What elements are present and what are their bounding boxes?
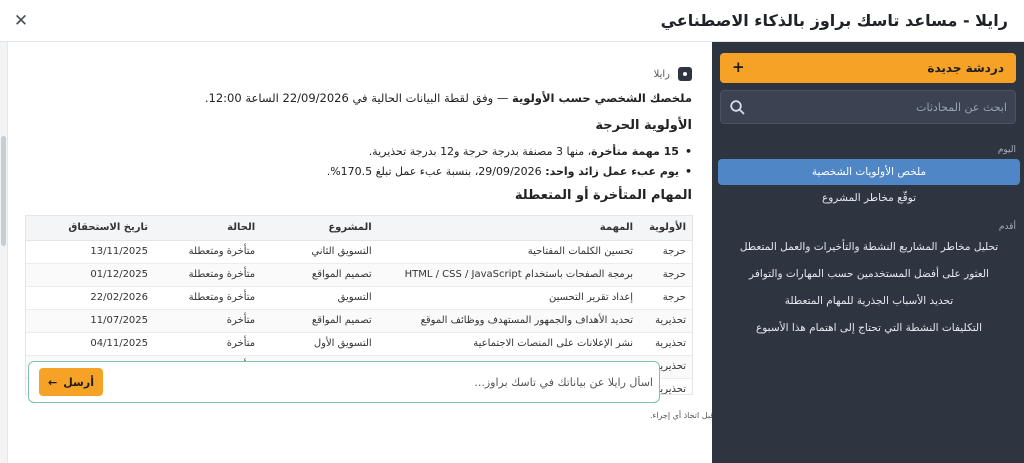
bullet2-rest: 29/09/2026، بنسبة عبء عمل تبلغ 170.5%.: [326, 165, 546, 178]
sidebar: دردشة جديدة + اليوم ملخص الأولويات الشخص…: [712, 42, 1024, 463]
bullet1-rest: ، منها 3 مصنفة بدرجة حرجة و12 بدرجة تحذي…: [368, 145, 592, 158]
modal-header: ✕ رايلا - مساعد تاسك براوز بالذكاء الاصط…: [0, 0, 1024, 42]
cell-due: 22/02/2026: [26, 286, 157, 310]
search-input[interactable]: [751, 91, 1007, 123]
cell-status: متأخرة ومتعطلة: [156, 286, 264, 310]
cell-due: 13/11/2025: [26, 240, 157, 264]
sidebar-item-root-causes[interactable]: تحديد الأسباب الجذرية للمهام المتعطلة: [718, 288, 1020, 314]
bullet-overdue-count: 15 مهمة متأخرة، منها 3 مصنفة بدرجة حرجة …: [369, 145, 692, 158]
cell-task: برمجة الصفحات باستخدام HTML / CSS / Java…: [379, 263, 642, 287]
summary-line: ملخصك الشخصي حسب الأولوية — وفق لقطة الب…: [205, 91, 692, 105]
page-scrollbar-thumb[interactable]: [1, 136, 6, 246]
arrow-left-icon: ←: [48, 375, 58, 389]
search-icon[interactable]: [729, 99, 745, 115]
new-chat-button[interactable]: دردشة جديدة +: [720, 53, 1016, 83]
search-box: [720, 90, 1016, 124]
table-row: حرجة تحسين الكلمات المفتاحية التسويق الثان…: [26, 240, 692, 264]
cell-project: التسويق الثاني: [263, 240, 380, 264]
table-header-row: الأولوية المهمة المشروع الحالة تاريخ الا…: [26, 216, 692, 241]
send-button[interactable]: أرسل ←: [39, 368, 103, 396]
cell-status: متأخرة ومتعطلة: [156, 240, 264, 264]
bullet-overload-day: يوم عبء عمل زائد واحد: 29/09/2026، بنسبة…: [327, 165, 692, 178]
bullet2-bold: يوم عبء عمل زائد واحد:: [545, 165, 679, 178]
composer: أرسل ←: [28, 361, 660, 403]
cell-project: التسويق الأول: [263, 332, 380, 356]
sidebar-item-weekly-assignments[interactable]: التكليفات النشطة التي تحتاج إلى اهتمام ه…: [718, 315, 1020, 341]
header-project: المشروع: [263, 216, 380, 241]
cell-status: متأخرة ومتعطلة: [156, 263, 264, 287]
cell-task: تحديد الأهداف والجمهور المستهدف ووظائف ا…: [379, 309, 642, 333]
bullet1-bold: 15 مهمة متأخرة: [591, 145, 679, 158]
sidebar-item-project-risk[interactable]: توقّع مخاطر المشروع: [718, 185, 1020, 211]
cell-status: متأخرة: [156, 309, 264, 333]
bot-name: رايلا: [653, 68, 670, 80]
header-due: تاريخ الاستحقاق: [26, 216, 157, 241]
cell-task: تحسين الكلمات المفتاحية: [379, 240, 642, 264]
page-scroll-strip: [0, 42, 8, 463]
table-row: تحذيرية تحديد الأهداف والجمهور المستهدف و…: [26, 309, 692, 333]
section-today: اليوم: [997, 145, 1016, 155]
cell-due: 11/07/2025: [26, 309, 157, 333]
cell-task: إعداد تقرير التحسين: [379, 286, 642, 310]
cell-priority: حرجة: [641, 240, 692, 264]
critical-heading: الأولوية الحرجة: [595, 118, 692, 133]
cell-project: تصميم المواقع: [263, 309, 380, 333]
summary-bold: ملخصك الشخصي حسب الأولوية: [511, 91, 692, 105]
modal-title: رايلا - مساعد تاسك براوز بالذكاء الاصطنا…: [660, 11, 1008, 30]
sidebar-item-best-users[interactable]: العثور على أفضل المستخدمين حسب المهارات …: [718, 261, 1020, 287]
table-row: تحذيرية نشر الإعلانات على المنصات الاجتما…: [26, 332, 692, 356]
send-label: أرسل: [63, 375, 94, 389]
plus-icon: +: [732, 58, 745, 76]
cell-priority: تحذيرية: [641, 332, 692, 356]
header-priority: الأولوية: [641, 216, 692, 241]
summary-rest: — وفق لقطة البيانات الحالية في 22/09/202…: [204, 91, 512, 105]
cell-priority: حرجة: [641, 263, 692, 287]
header-task: المهمة: [379, 216, 642, 241]
cell-due: 04/11/2025: [26, 332, 157, 356]
table-row: حرجة برمجة الصفحات باستخدام HTML / CSS / …: [26, 263, 692, 287]
header-status: الحالة: [156, 216, 264, 241]
cell-due: 01/12/2025: [26, 263, 157, 287]
chat-input[interactable]: [129, 362, 653, 402]
cell-project: تصميم المواقع: [263, 263, 380, 287]
message-header: رايلا: [654, 66, 692, 82]
cell-priority: حرجة: [641, 286, 692, 310]
sidebar-item-personal-priorities[interactable]: ملخص الأولويات الشخصية: [718, 159, 1020, 185]
table-row: حرجة إعداد تقرير التحسين التسويق متأخرة ومت…: [26, 286, 692, 310]
sidebar-item-risk-analysis[interactable]: تحليل مخاطر المشاريع النشطة والتأخيرات و…: [718, 234, 1020, 260]
bot-avatar-icon: [678, 67, 692, 81]
cell-project: التسويق: [263, 286, 380, 310]
cell-status: متأخرة: [156, 332, 264, 356]
cell-priority: تحذيرية: [641, 309, 692, 333]
close-icon[interactable]: ✕: [10, 10, 32, 32]
new-chat-label: دردشة جديدة: [927, 61, 1004, 75]
overdue-heading: المهام المتأخرة أو المتعطلة: [514, 188, 692, 203]
section-older: أقدم: [998, 222, 1016, 232]
cell-task: نشر الإعلانات على المنصات الاجتماعية: [379, 332, 642, 356]
